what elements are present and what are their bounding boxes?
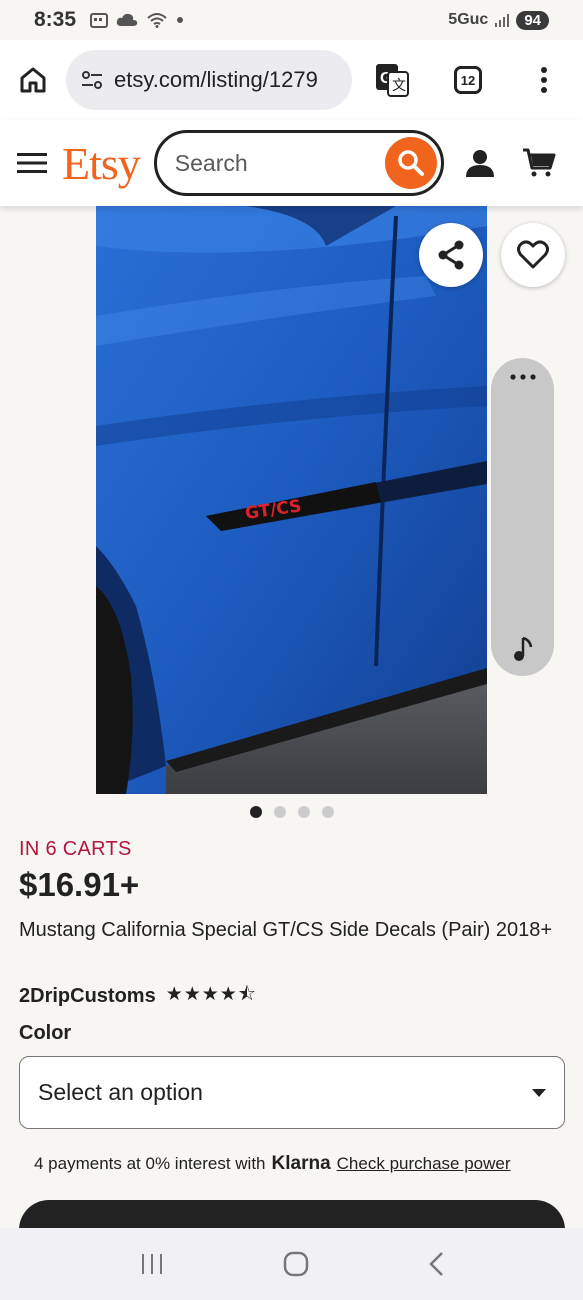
shop-name[interactable]: 2DripCustoms bbox=[19, 985, 156, 1008]
address-bar[interactable]: etsy.com/listing/1279 bbox=[66, 50, 352, 110]
tab-switcher-button[interactable]: 12 bbox=[454, 66, 482, 94]
music-note-icon[interactable] bbox=[512, 636, 534, 662]
heart-icon bbox=[517, 240, 549, 269]
share-button[interactable] bbox=[419, 223, 483, 287]
battery-indicator: 94 bbox=[516, 10, 549, 30]
more-options-icon[interactable] bbox=[540, 67, 548, 93]
rating-stars[interactable]: ★★★★⯪ bbox=[166, 980, 257, 1012]
svg-text:文: 文 bbox=[392, 77, 406, 93]
dropdown-arrow-icon bbox=[532, 1088, 546, 1097]
color-label: Color bbox=[19, 1022, 72, 1044]
car-side-illustration: GT/CS bbox=[96, 206, 487, 794]
home-nav-icon[interactable] bbox=[283, 1251, 309, 1277]
color-select-value: Select an option bbox=[38, 1079, 203, 1105]
etsy-logo[interactable]: Etsy bbox=[62, 137, 141, 190]
etsy-header: Etsy Search bbox=[0, 120, 583, 206]
tab-count: 12 bbox=[460, 72, 476, 88]
carousel-dot[interactable] bbox=[297, 806, 310, 818]
carousel-dot[interactable] bbox=[273, 806, 286, 818]
color-select[interactable]: Select an option bbox=[19, 1056, 565, 1129]
product-image[interactable]: GT/CS bbox=[96, 206, 487, 794]
carousel-dot[interactable] bbox=[249, 806, 262, 818]
cart-icon[interactable] bbox=[522, 147, 556, 179]
url-text[interactable]: etsy.com/listing/1279 bbox=[114, 67, 318, 93]
carousel-indicator bbox=[0, 806, 583, 818]
browser-toolbar: etsy.com/listing/1279 G文 12 bbox=[0, 40, 583, 120]
in-carts-label: IN 6 CARTS bbox=[19, 838, 132, 860]
klarna-text: 4 payments at 0% interest with bbox=[34, 1154, 266, 1173]
product-price: $16.91+ bbox=[19, 866, 140, 903]
account-icon[interactable] bbox=[464, 147, 496, 179]
signal-icon bbox=[495, 14, 510, 27]
menu-icon[interactable] bbox=[16, 151, 48, 175]
recent-apps-icon[interactable] bbox=[140, 1253, 164, 1275]
cloud-icon bbox=[116, 13, 138, 26]
carousel-dot[interactable] bbox=[321, 806, 334, 818]
status-right: 5Guc 94 bbox=[448, 10, 549, 30]
status-time: 8:35 bbox=[34, 8, 77, 31]
search-input[interactable]: Search bbox=[153, 130, 444, 196]
shop-row: 2DripCustoms ★★★★⯪ bbox=[19, 980, 257, 1012]
wifi-icon bbox=[147, 13, 167, 28]
notification-dot-icon bbox=[177, 17, 184, 23]
product-title: Mustang California Special GT/CS Side De… bbox=[19, 919, 553, 941]
system-navigation-bar bbox=[0, 1228, 583, 1300]
share-icon bbox=[438, 240, 464, 270]
status-icons bbox=[90, 12, 184, 28]
translate-icon[interactable]: G文 bbox=[374, 62, 410, 98]
klarna-financing: 4 payments at 0% interest with Klarna Ch… bbox=[34, 1153, 511, 1175]
back-icon[interactable] bbox=[428, 1251, 444, 1277]
check-purchase-power-link[interactable]: Check purchase power bbox=[337, 1154, 511, 1174]
floating-side-panel[interactable] bbox=[491, 358, 554, 676]
search-button[interactable] bbox=[384, 137, 437, 189]
network-label: 5Guc bbox=[448, 11, 489, 28]
calendar-icon bbox=[90, 13, 109, 28]
more-horizontal-icon[interactable] bbox=[509, 374, 536, 380]
site-settings-icon[interactable] bbox=[80, 70, 104, 90]
search-icon bbox=[398, 150, 424, 176]
klarna-logo: Klarna bbox=[271, 1153, 331, 1174]
favorite-button[interactable] bbox=[501, 223, 565, 287]
home-icon[interactable] bbox=[18, 65, 48, 95]
status-bar: 8:35 5Guc 94 bbox=[0, 0, 583, 40]
search-placeholder: Search bbox=[174, 149, 248, 176]
product-gallery: GT/CS bbox=[0, 206, 583, 794]
